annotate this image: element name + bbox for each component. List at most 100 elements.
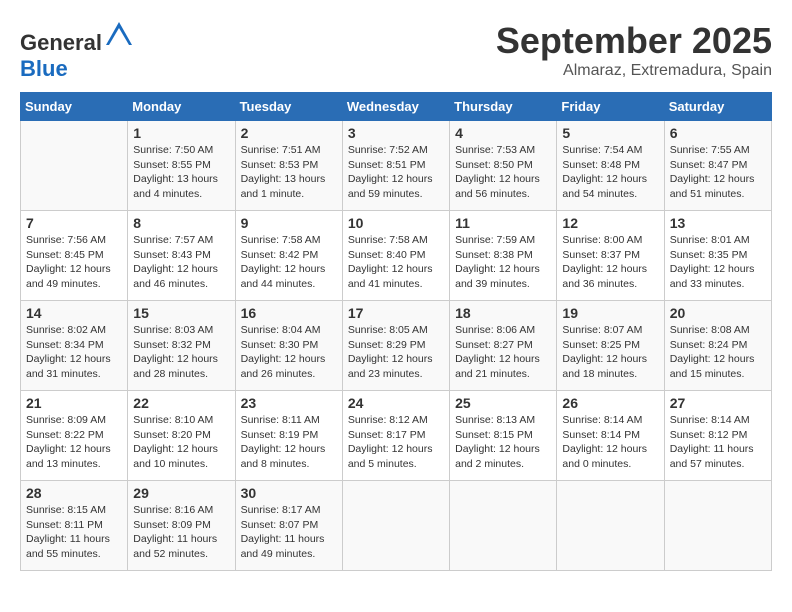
day-info: Sunrise: 8:14 AMSunset: 8:14 PMDaylight:… (562, 413, 658, 472)
calendar-day-cell: 11 Sunrise: 7:59 AMSunset: 8:38 PMDayligh… (450, 211, 557, 301)
day-number: 28 (26, 485, 122, 501)
calendar-week-row: 7 Sunrise: 7:56 AMSunset: 8:45 PMDaylight… (21, 211, 772, 301)
calendar-day-cell (450, 481, 557, 571)
logo: General Blue (20, 20, 134, 82)
calendar-day-cell: 29 Sunrise: 8:16 AMSunset: 8:09 PMDayligh… (128, 481, 235, 571)
day-info: Sunrise: 8:15 AMSunset: 8:11 PMDaylight:… (26, 503, 122, 562)
calendar-day-cell: 16Sunrise: 8:04 AMSunset: 8:30 PMDayligh… (235, 301, 342, 391)
calendar-table: SundayMondayTuesdayWednesdayThursdayFrid… (20, 92, 772, 571)
header-row: SundayMondayTuesdayWednesdayThursdayFrid… (21, 93, 772, 121)
calendar-day-cell: 4 Sunrise: 7:53 AMSunset: 8:50 PMDaylight… (450, 121, 557, 211)
day-info: Sunrise: 8:12 AMSunset: 8:17 PMDaylight:… (348, 413, 444, 472)
day-info: Sunrise: 7:59 AMSunset: 8:38 PMDaylight:… (455, 233, 551, 292)
calendar-day-cell: 1 Sunrise: 7:50 AMSunset: 8:55 PMDaylight… (128, 121, 235, 211)
day-number: 19 (562, 305, 658, 321)
day-info: Sunrise: 7:55 AMSunset: 8:47 PMDaylight:… (670, 143, 766, 202)
calendar-day-cell: 24 Sunrise: 8:12 AMSunset: 8:17 PMDayligh… (342, 391, 449, 481)
calendar-day-cell (557, 481, 664, 571)
day-info: Sunrise: 8:01 AMSunset: 8:35 PMDaylight:… (670, 233, 766, 292)
day-of-week-header: Tuesday (235, 93, 342, 121)
day-info: Sunrise: 8:08 AMSunset: 8:24 PMDaylight:… (670, 323, 766, 382)
day-number: 14 (26, 305, 122, 321)
day-info: Sunrise: 8:14 AMSunset: 8:12 PMDaylight:… (670, 413, 766, 472)
day-info: Sunrise: 8:13 AMSunset: 8:15 PMDaylight:… (455, 413, 551, 472)
day-number: 9 (241, 215, 337, 231)
calendar-day-cell: 18 Sunrise: 8:06 AMSunset: 8:27 PMDayligh… (450, 301, 557, 391)
day-info: Sunrise: 8:00 AMSunset: 8:37 PMDaylight:… (562, 233, 658, 292)
day-number: 7 (26, 215, 122, 231)
logo-text: General Blue (20, 20, 134, 82)
day-number: 18 (455, 305, 551, 321)
calendar-day-cell: 23Sunrise: 8:11 AMSunset: 8:19 PMDayligh… (235, 391, 342, 481)
calendar-day-cell: 15Sunrise: 8:03 AMSunset: 8:32 PMDayligh… (128, 301, 235, 391)
day-info: Sunrise: 7:57 AMSunset: 8:43 PMDaylight:… (133, 233, 229, 292)
calendar-week-row: 28 Sunrise: 8:15 AMSunset: 8:11 PMDayligh… (21, 481, 772, 571)
day-number: 20 (670, 305, 766, 321)
calendar-day-cell: 25 Sunrise: 8:13 AMSunset: 8:15 PMDayligh… (450, 391, 557, 481)
day-number: 29 (133, 485, 229, 501)
logo-icon (104, 20, 134, 50)
day-info: Sunrise: 8:17 AMSunset: 8:07 PMDaylight:… (241, 503, 337, 562)
day-info: Sunrise: 7:50 AMSunset: 8:55 PMDaylight:… (133, 143, 229, 202)
page-header: General Blue September 2025 Almaraz, Ext… (20, 20, 772, 82)
calendar-day-cell: 20 Sunrise: 8:08 AMSunset: 8:24 PMDayligh… (664, 301, 771, 391)
day-info: Sunrise: 7:58 AMSunset: 8:40 PMDaylight:… (348, 233, 444, 292)
calendar-day-cell: 8 Sunrise: 7:57 AMSunset: 8:43 PMDaylight… (128, 211, 235, 301)
day-number: 1 (133, 125, 229, 141)
calendar-day-cell: 6 Sunrise: 7:55 AMSunset: 8:47 PMDaylight… (664, 121, 771, 211)
day-of-week-header: Wednesday (342, 93, 449, 121)
day-number: 13 (670, 215, 766, 231)
day-info: Sunrise: 8:02 AMSunset: 8:34 PMDaylight:… (26, 323, 122, 382)
day-number: 4 (455, 125, 551, 141)
location-title: Almaraz, Extremadura, Spain (496, 62, 772, 80)
day-info: Sunrise: 7:58 AMSunset: 8:42 PMDaylight:… (241, 233, 337, 292)
day-of-week-header: Monday (128, 93, 235, 121)
day-info: Sunrise: 8:04 AMSunset: 8:30 PMDaylight:… (241, 323, 337, 382)
day-info: Sunrise: 7:54 AMSunset: 8:48 PMDaylight:… (562, 143, 658, 202)
calendar-day-cell: 17Sunrise: 8:05 AMSunset: 8:29 PMDayligh… (342, 301, 449, 391)
calendar-day-cell: 14 Sunrise: 8:02 AMSunset: 8:34 PMDayligh… (21, 301, 128, 391)
day-info: Sunrise: 8:10 AMSunset: 8:20 PMDaylight:… (133, 413, 229, 472)
calendar-day-cell (342, 481, 449, 571)
day-info: Sunrise: 8:06 AMSunset: 8:27 PMDaylight:… (455, 323, 551, 382)
day-of-week-header: Friday (557, 93, 664, 121)
day-of-week-header: Thursday (450, 93, 557, 121)
calendar-day-cell: 13 Sunrise: 8:01 AMSunset: 8:35 PMDayligh… (664, 211, 771, 301)
calendar-day-cell: 22 Sunrise: 8:10 AMSunset: 8:20 PMDayligh… (128, 391, 235, 481)
calendar-day-cell: 7 Sunrise: 7:56 AMSunset: 8:45 PMDaylight… (21, 211, 128, 301)
day-number: 26 (562, 395, 658, 411)
logo-blue: Blue (20, 56, 68, 81)
calendar-week-row: 14 Sunrise: 8:02 AMSunset: 8:34 PMDayligh… (21, 301, 772, 391)
day-info: Sunrise: 7:56 AMSunset: 8:45 PMDaylight:… (26, 233, 122, 292)
day-number: 3 (348, 125, 444, 141)
day-info: Sunrise: 7:52 AMSunset: 8:51 PMDaylight:… (348, 143, 444, 202)
day-number: 8 (133, 215, 229, 231)
day-number: 27 (670, 395, 766, 411)
day-info: Sunrise: 8:16 AMSunset: 8:09 PMDaylight:… (133, 503, 229, 562)
calendar-day-cell: 26 Sunrise: 8:14 AMSunset: 8:14 PMDayligh… (557, 391, 664, 481)
day-info: Sunrise: 8:03 AMSunset: 8:32 PMDaylight:… (133, 323, 229, 382)
calendar-day-cell: 9 Sunrise: 7:58 AMSunset: 8:42 PMDaylight… (235, 211, 342, 301)
calendar-day-cell: 12 Sunrise: 8:00 AMSunset: 8:37 PMDayligh… (557, 211, 664, 301)
day-number: 5 (562, 125, 658, 141)
day-number: 12 (562, 215, 658, 231)
day-info: Sunrise: 8:09 AMSunset: 8:22 PMDaylight:… (26, 413, 122, 472)
day-number: 21 (26, 395, 122, 411)
day-number: 10 (348, 215, 444, 231)
month-title: September 2025 (496, 20, 772, 62)
calendar-day-cell (664, 481, 771, 571)
day-number: 30 (241, 485, 337, 501)
title-block: September 2025 Almaraz, Extremadura, Spa… (496, 20, 772, 80)
day-number: 11 (455, 215, 551, 231)
day-info: Sunrise: 8:05 AMSunset: 8:29 PMDaylight:… (348, 323, 444, 382)
day-number: 6 (670, 125, 766, 141)
calendar-day-cell: 2Sunrise: 7:51 AMSunset: 8:53 PMDaylight… (235, 121, 342, 211)
day-number: 22 (133, 395, 229, 411)
day-info: Sunrise: 8:11 AMSunset: 8:19 PMDaylight:… (241, 413, 337, 472)
logo-general: General (20, 30, 102, 55)
day-number: 24 (348, 395, 444, 411)
calendar-day-cell: 19Sunrise: 8:07 AMSunset: 8:25 PMDayligh… (557, 301, 664, 391)
calendar-day-cell: 3 Sunrise: 7:52 AMSunset: 8:51 PMDaylight… (342, 121, 449, 211)
day-number: 25 (455, 395, 551, 411)
day-info: Sunrise: 7:53 AMSunset: 8:50 PMDaylight:… (455, 143, 551, 202)
